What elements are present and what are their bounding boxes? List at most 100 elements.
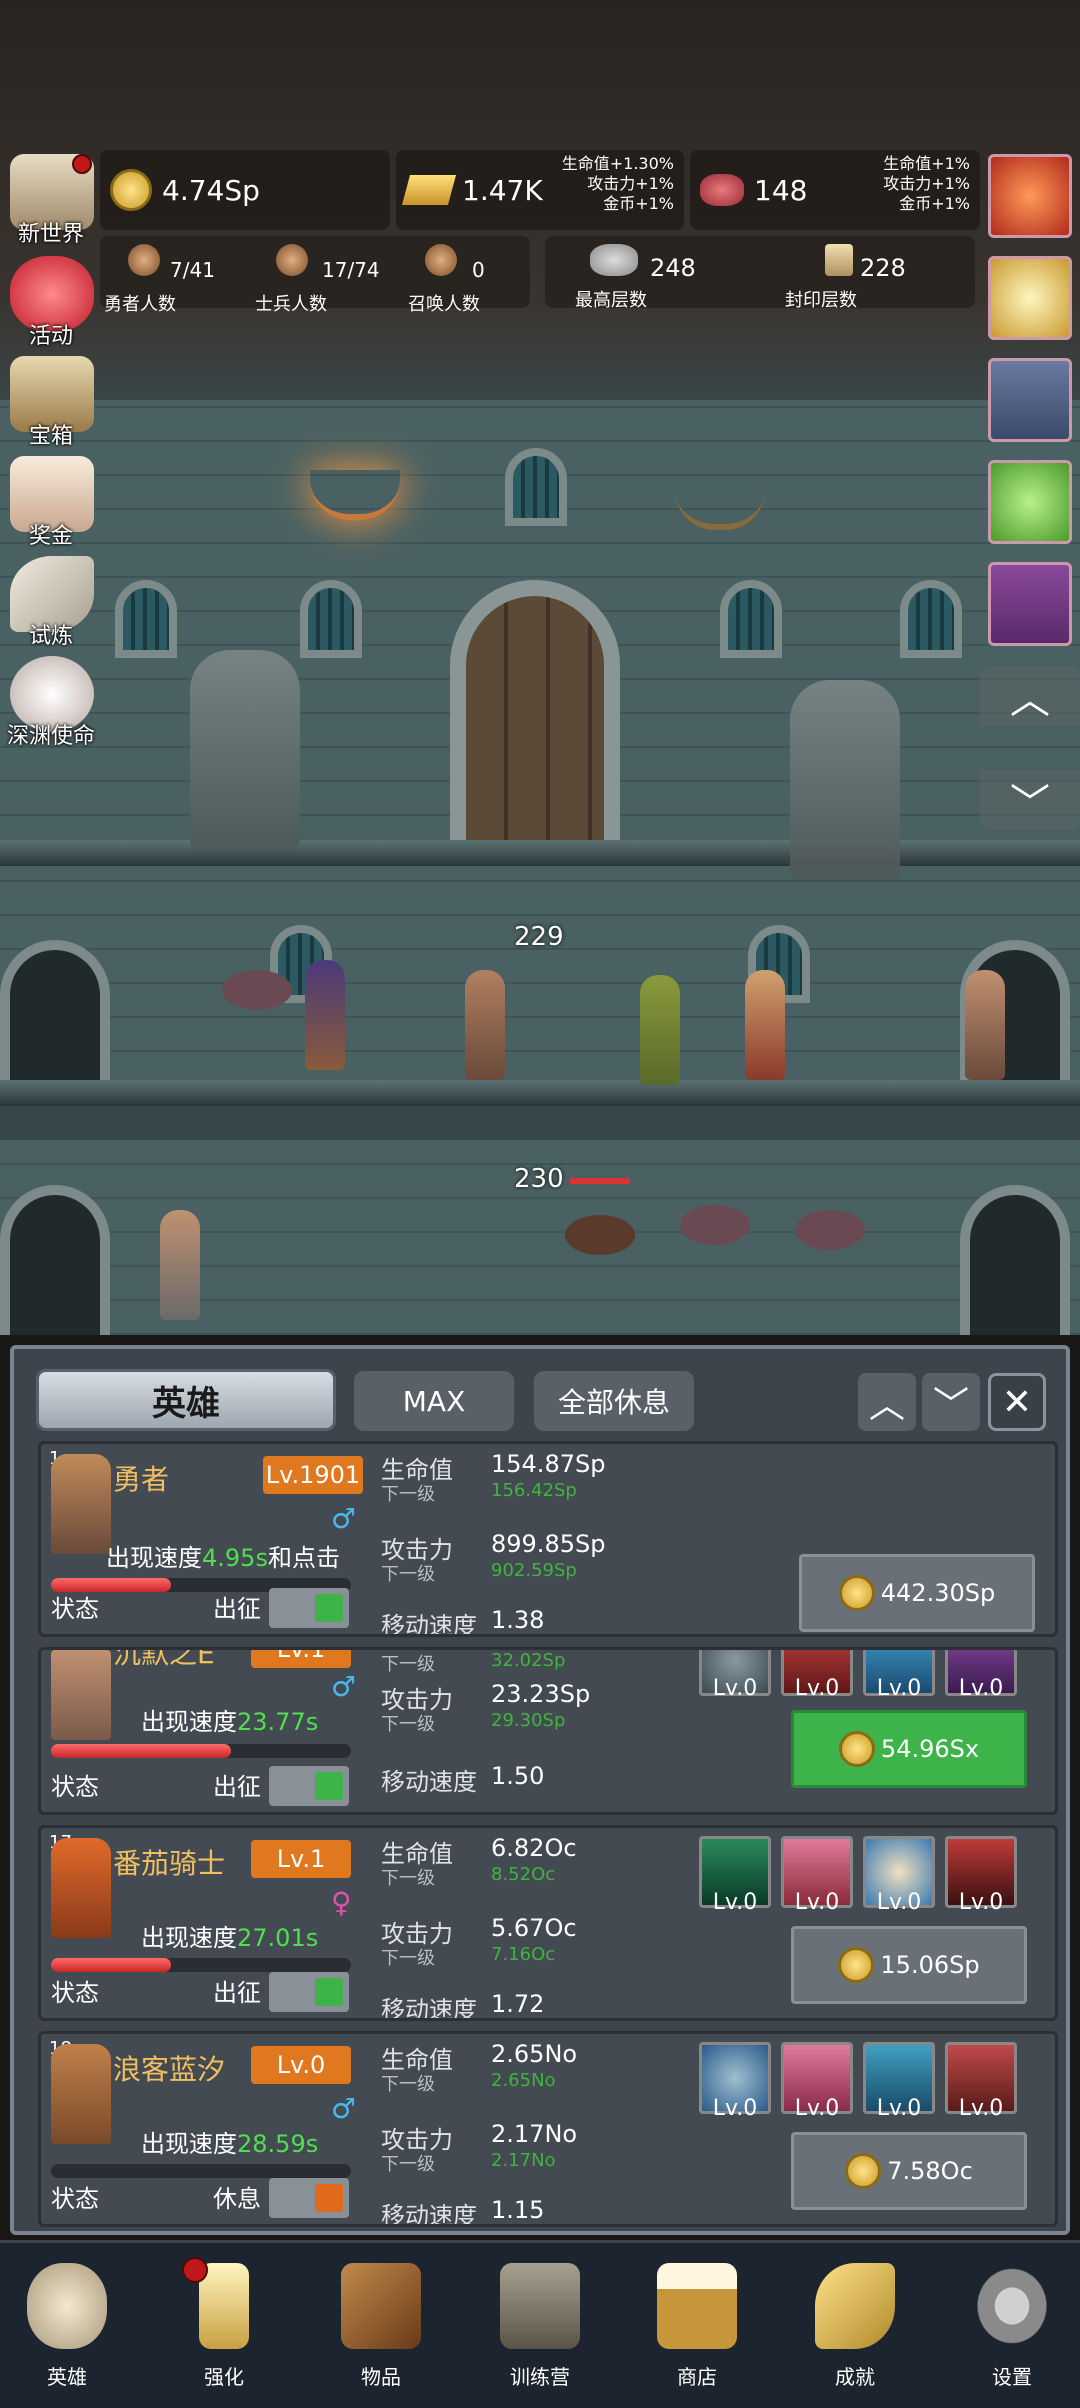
stone-icon <box>590 244 638 276</box>
skill-level: Lv.0 <box>876 1676 922 1701</box>
max-button[interactable]: MAX <box>354 1371 514 1431</box>
hero-hp-bar <box>51 1744 351 1758</box>
coin-resource[interactable]: 4.74Sp <box>100 150 390 230</box>
summon-count-label: 召唤人数 <box>408 294 480 315</box>
castle-window <box>300 580 362 658</box>
nav-settings[interactable]: 设置 <box>957 2253 1067 2403</box>
nav-training[interactable]: 训练营 <box>485 2253 595 2403</box>
goggles-item-button[interactable] <box>988 562 1072 646</box>
upgrade-price: 54.96Sx <box>880 1735 980 1763</box>
chest-button[interactable]: 宝箱 <box>2 352 100 450</box>
nav-items-label: 物品 <box>361 2365 401 2389</box>
book-item-button[interactable] <box>988 358 1072 442</box>
male-icon: ♂ <box>331 1502 357 1535</box>
rest-toggle[interactable] <box>269 2178 349 2218</box>
hero-hp-bar-fill <box>51 1744 231 1758</box>
upgrade-button[interactable]: 15.06Sp <box>791 1926 1027 2004</box>
hero-witch <box>305 960 345 1070</box>
skill-level: Lv.0 <box>958 2096 1004 2121</box>
bonus-coin: 金币+1% <box>603 194 674 213</box>
floor-number: 230 <box>514 1164 564 1194</box>
trial-button[interactable]: 试炼 <box>2 552 100 650</box>
hero-hp-bar <box>51 1958 351 1972</box>
knight-statue <box>190 650 300 850</box>
deploy-toggle[interactable] <box>269 1766 349 1806</box>
hero-card[interactable]: 18 浪客蓝汐 Lv.0 ♂ 出现速度28.59s 状态 休息 生命值 2.65… <box>38 2031 1058 2227</box>
hero-count: 7/41 <box>170 258 215 282</box>
appear-label: 出现速度 <box>141 1708 237 1736</box>
seal-floor-value: 228 <box>860 254 906 282</box>
move-speed-value: 1.72 <box>491 1990 545 2018</box>
hp-next-label: 下一级 <box>381 1654 435 1675</box>
hero-name: 勇者 <box>113 1463 170 1496</box>
deploy-toggle[interactable] <box>269 1588 349 1628</box>
nav-hero[interactable]: 英雄 <box>12 2253 122 2403</box>
chevron-up-icon: ︿ <box>868 1385 905 1426</box>
close-button[interactable]: ✕ <box>988 1373 1046 1431</box>
bonus-button[interactable]: 奖金 <box>2 452 100 550</box>
meat-resource[interactable]: 148 生命值+1% 攻击力+1% 金币+1% <box>690 150 980 230</box>
nav-achievement[interactable]: 成就 <box>800 2253 910 2403</box>
new-world-button[interactable]: 新世界 <box>2 150 100 248</box>
scroll-down-button[interactable]: ﹀ <box>980 770 1080 830</box>
appear-label: 出现速度 <box>106 1544 202 1572</box>
appear-label: 出现速度 <box>141 1924 237 1952</box>
appear-speed-value: 28.59s <box>237 2130 319 2158</box>
hero-card[interactable]: 1 勇者 Lv.1901 ♂ 出现速度4.95s和点击 状态 出征 生命值 15… <box>38 1441 1058 1637</box>
gold-bar-resource[interactable]: 1.47K 生命值+1.30% 攻击力+1% 金币+1% <box>396 150 684 230</box>
nav-items[interactable]: 物品 <box>326 2253 436 2403</box>
hero-hp-bar <box>51 2164 351 2178</box>
hero-level-badge: Lv.0 <box>251 2046 351 2084</box>
nav-enhance[interactable]: 强化 <box>169 2253 279 2403</box>
deploy-toggle[interactable] <box>269 1972 349 2012</box>
hp-next-value: 8.52Oc <box>491 1864 556 1885</box>
book-icon <box>341 2263 421 2349</box>
atk-next-value: 902.59Sp <box>491 1560 577 1581</box>
upgrade-button[interactable]: 442.30Sp <box>799 1554 1035 1632</box>
coin-icon <box>110 169 152 211</box>
floor-counts: 248 最高层数 228 封印层数 <box>545 236 975 311</box>
rest-label: 休息 <box>213 2185 261 2213</box>
collapse-up-button[interactable]: ︿ <box>858 1373 916 1431</box>
chevron-down-icon: ﹀ <box>932 1385 969 1426</box>
appear-speed: 出现速度28.59s <box>141 2124 318 2159</box>
rest-all-button[interactable]: 全部休息 <box>534 1371 694 1431</box>
notification-dot <box>72 154 92 174</box>
scroll-up-button[interactable]: ︿ <box>980 666 1080 726</box>
skill-level: Lv.0 <box>794 1890 840 1915</box>
collapse-down-button[interactable]: ﹀ <box>922 1373 980 1431</box>
apple-item-button[interactable] <box>988 154 1072 238</box>
male-icon: ♂ <box>331 1670 357 1703</box>
hp-next-value: 2.65No <box>491 2070 556 2091</box>
bonus-atk: 攻击力+1% <box>883 174 970 193</box>
nav-shop[interactable]: 商店 <box>642 2253 752 2403</box>
toggle-on <box>315 1772 343 1800</box>
bat-enemy <box>795 1210 865 1250</box>
hero-portrait <box>51 1838 111 1938</box>
floor-ledge <box>0 840 1080 866</box>
skill-level: Lv.0 <box>958 1890 1004 1915</box>
event-button[interactable]: 活动 <box>2 252 100 350</box>
abyss-mission-button[interactable]: 深渊使命 <box>2 652 100 750</box>
hero-card[interactable]: 沉默之Ё Lv.1 ♂ 出现速度23.77s 状态 出征 下一级 32.02Sp… <box>38 1647 1058 1815</box>
bonus-hp: 生命值+1% <box>883 154 970 173</box>
hp-value: 6.82Oc <box>491 1834 577 1862</box>
atk-next-value: 29.30Sp <box>491 1710 566 1731</box>
slime-item-button[interactable] <box>988 460 1072 544</box>
hero-name: 沉默之Ё <box>113 1647 215 1670</box>
max-label: MAX <box>402 1384 466 1418</box>
candle-item-button[interactable] <box>988 256 1072 340</box>
upgrade-button[interactable]: 7.58Oc <box>791 2132 1027 2210</box>
seal-floor-label: 封印层数 <box>785 290 857 311</box>
status-label: 状态 <box>51 1979 99 2007</box>
hp-next-value: 156.42Sp <box>491 1480 577 1501</box>
hp-next-label: 下一级 <box>381 1484 435 1505</box>
hero-card[interactable]: 17 番茄骑士 Lv.1 ♀ 出现速度27.01s 状态 出征 生命值 6.82… <box>38 1825 1058 2021</box>
hero-tab[interactable]: 英雄 <box>36 1369 336 1431</box>
hp-next-label: 下一级 <box>381 2074 435 2095</box>
coin-icon <box>838 1947 875 1983</box>
upgrade-button[interactable]: 54.96Sx <box>791 1710 1027 1788</box>
floor-number: 229 <box>514 922 564 952</box>
knight-statue <box>790 680 900 880</box>
move-speed-label: 移动速度 <box>381 1768 477 1796</box>
